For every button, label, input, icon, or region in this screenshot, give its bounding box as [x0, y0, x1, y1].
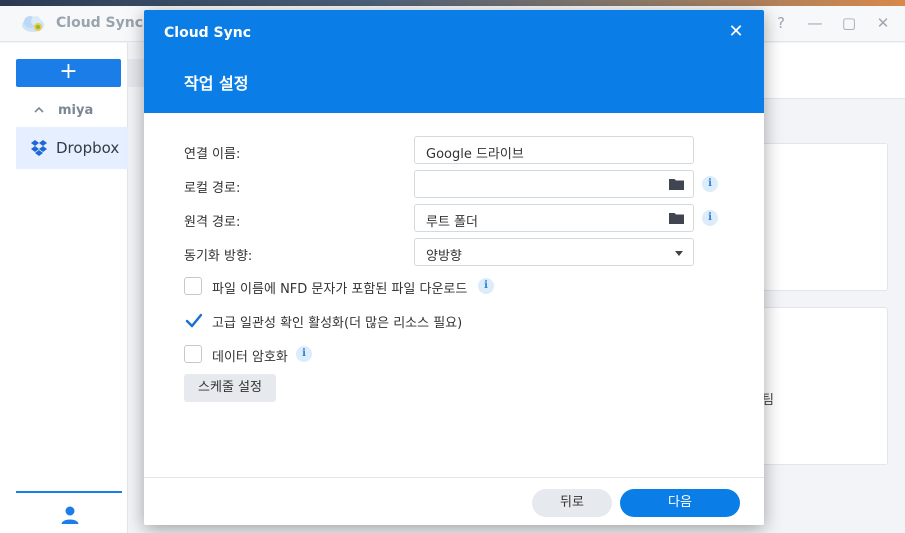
next-button[interactable]: 다음 — [620, 489, 740, 517]
sync-direction-value: 양방향 — [426, 249, 462, 264]
cloud-sync-logo-icon — [22, 16, 44, 32]
dialog-header: Cloud Sync ✕ 작업 설정 — [144, 10, 764, 113]
sync-direction-label: 동기화 방향: — [184, 249, 253, 264]
chevron-down-icon — [675, 251, 683, 256]
status-card — [762, 307, 888, 465]
info-icon[interactable]: i — [478, 278, 494, 294]
encrypt-data-label: 데이터 암호화 — [212, 350, 288, 365]
local-path-input[interactable] — [414, 170, 694, 198]
dropbox-icon — [31, 140, 47, 156]
encrypt-data-checkbox[interactable] — [184, 345, 202, 363]
local-path-label: 로컬 경로: — [184, 181, 241, 196]
add-connection-button[interactable]: + — [16, 59, 121, 87]
dialog-footer: 뒤로 다음 — [144, 477, 764, 525]
help-icon[interactable]: ? — [773, 14, 789, 32]
consistency-check-checkbox[interactable] — [184, 311, 203, 329]
dialog-app-name: Cloud Sync — [164, 25, 252, 41]
close-icon[interactable]: ✕ — [726, 22, 746, 42]
nfd-download-checkbox[interactable] — [184, 277, 202, 295]
folder-icon[interactable] — [669, 212, 684, 224]
dialog-title: 작업 설정 — [184, 74, 249, 93]
sidebar-group-label: miya — [58, 103, 94, 118]
remote-path-value: 루트 폴더 — [426, 215, 478, 230]
app-title: Cloud Sync — [56, 15, 144, 31]
info-icon[interactable]: i — [702, 210, 718, 226]
minimize-icon[interactable]: — — [807, 14, 823, 32]
info-icon[interactable]: i — [296, 346, 312, 362]
sync-direction-select[interactable]: 양방향 — [414, 238, 694, 266]
chevron-up-icon[interactable] — [34, 103, 44, 120]
task-settings-dialog: Cloud Sync ✕ 작업 설정 연결 이름: Google 드라이브 로컬… — [144, 10, 764, 525]
overview-card — [762, 143, 888, 291]
remote-path-label: 원격 경로: — [184, 215, 241, 230]
sidebar-item-label: Dropbox — [56, 139, 120, 157]
sidebar-tab-indicator — [16, 491, 122, 493]
back-button[interactable]: 뒤로 — [532, 489, 612, 517]
nfd-download-label: 파일 이름에 NFD 문자가 포함된 파일 다운로드 — [212, 282, 468, 297]
user-icon[interactable] — [60, 505, 80, 525]
connection-name-label: 연결 이름: — [184, 147, 241, 162]
connection-name-input[interactable]: Google 드라이브 — [414, 136, 694, 164]
sidebar-item-dropbox[interactable]: Dropbox — [16, 127, 128, 169]
schedule-settings-button[interactable]: 스케줄 설정 — [184, 374, 276, 402]
maximize-icon[interactable]: ▢ — [841, 14, 857, 32]
connection-name-value: Google 드라이브 — [426, 147, 524, 162]
sidebar: + miya Dropbox — [0, 43, 128, 533]
folder-icon[interactable] — [669, 178, 684, 190]
close-window-icon[interactable]: ✕ — [875, 14, 891, 32]
window-controls: ? — ▢ ✕ — [773, 14, 891, 32]
checkmark-icon — [185, 313, 203, 328]
remote-path-input[interactable]: 루트 폴더 — [414, 204, 694, 232]
consistency-check-label: 고급 일관성 확인 활성화(더 많은 리소스 필요) — [212, 316, 463, 331]
info-icon[interactable]: i — [702, 176, 718, 192]
